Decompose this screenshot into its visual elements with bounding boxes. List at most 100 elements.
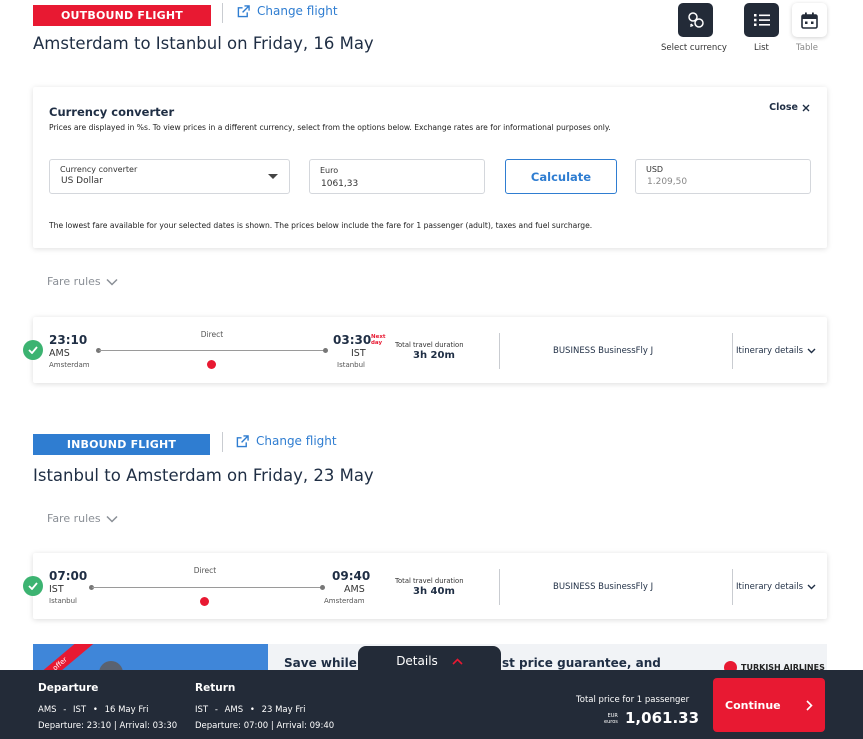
booking-summary-bar: Departure AMS - IST • 16 May Fri Departu… bbox=[0, 670, 863, 739]
converter-subtitle: Prices are displayed in %s. To view pric… bbox=[49, 123, 611, 132]
change-outbound-flight-link[interactable]: Change flight bbox=[237, 4, 338, 18]
arrival-time: 03:30 bbox=[333, 333, 372, 347]
duration-value: 3h 20m bbox=[413, 350, 455, 361]
divider bbox=[499, 333, 500, 369]
arrival-city: Amsterdam bbox=[324, 597, 365, 605]
bullet: • bbox=[92, 705, 98, 715]
euro-amount-input[interactable]: Euro 1061,33 bbox=[309, 159, 485, 194]
change-inbound-flight-link[interactable]: Change flight bbox=[236, 434, 337, 448]
departure-times: Departure: 23:10 | Arrival: 03:30 bbox=[38, 721, 178, 731]
arrival-airport-code: AMS bbox=[344, 584, 365, 595]
inbound-fare-rules-toggle[interactable]: Fare rules bbox=[47, 512, 118, 525]
usd-amount-label: USD bbox=[646, 165, 664, 174]
fare-note: The lowest fare available for your selec… bbox=[49, 221, 593, 230]
arrival-city: Istanbul bbox=[337, 361, 366, 369]
list-view-label: List bbox=[754, 43, 769, 53]
currency-exchange-icon bbox=[687, 12, 704, 28]
selected-check-icon bbox=[23, 576, 43, 596]
return-route: IST - AMS • 23 May Fri bbox=[195, 705, 305, 715]
inbound-route-title: Istanbul to Amsterdam on Friday, 23 May bbox=[33, 466, 374, 485]
route-dash: - bbox=[63, 705, 67, 715]
route-end-dot bbox=[323, 348, 328, 353]
divider bbox=[222, 432, 223, 452]
departure-route: AMS - IST • 16 May Fri bbox=[38, 705, 148, 715]
itinerary-details-label: Itinerary details bbox=[736, 346, 804, 356]
itinerary-details-label: Itinerary details bbox=[736, 582, 804, 592]
departure-from: AMS bbox=[38, 705, 57, 715]
next-day-indicator: Next day bbox=[371, 334, 386, 346]
stop-type: Direct bbox=[200, 330, 224, 339]
chevron-right-icon bbox=[806, 699, 813, 711]
outbound-flight-badge: OUTBOUND FLIGHT bbox=[33, 5, 211, 26]
divider bbox=[732, 569, 733, 605]
inbound-flight-row[interactable]: 07:00 IST Istanbul Direct 09:40 AMS Amst… bbox=[23, 553, 827, 619]
departure-time: 23:10 bbox=[49, 333, 88, 347]
departure-city: Istanbul bbox=[49, 597, 78, 605]
euro-amount-value: 1061,33 bbox=[321, 179, 359, 189]
currency-select[interactable]: Currency converter US Dollar bbox=[49, 159, 290, 194]
departure-airport-code: AMS bbox=[49, 348, 70, 359]
route-dash: - bbox=[214, 705, 218, 715]
select-currency-label: Select currency bbox=[661, 43, 727, 53]
duration-label: Total travel duration bbox=[395, 577, 464, 585]
bullet: • bbox=[249, 705, 255, 715]
chevron-down-icon bbox=[106, 278, 118, 286]
return-date: 23 May Fri bbox=[261, 705, 306, 715]
chevron-down-icon bbox=[807, 584, 816, 590]
route-line bbox=[92, 587, 322, 588]
change-flight-label: Change flight bbox=[257, 4, 338, 18]
duration-value: 3h 40m bbox=[413, 586, 455, 597]
usd-amount-field: USD 1.209,50 bbox=[635, 159, 811, 194]
stop-type: Direct bbox=[193, 566, 217, 575]
usd-amount-value: 1.209,50 bbox=[647, 177, 688, 187]
departure-date: 16 May Fri bbox=[104, 705, 149, 715]
converter-title: Currency converter bbox=[49, 105, 175, 119]
return-from: IST bbox=[195, 705, 209, 715]
return-times: Departure: 07:00 | Arrival: 09:40 bbox=[195, 721, 335, 731]
promo-text-right: st price guarantee, and bbox=[502, 656, 661, 670]
departure-to: IST bbox=[73, 705, 87, 715]
calculate-button[interactable]: Calculate bbox=[505, 159, 617, 194]
arrival-time: 09:40 bbox=[332, 569, 371, 583]
departure-time: 07:00 bbox=[49, 569, 88, 583]
duration-label: Total travel duration bbox=[395, 341, 464, 349]
details-toggle-tab[interactable]: Details bbox=[358, 646, 501, 676]
outbound-fare-rules-toggle[interactable]: Fare rules bbox=[47, 275, 118, 288]
chevron-down-icon bbox=[106, 515, 118, 523]
total-price-label: Total price for 1 passenger bbox=[576, 695, 690, 705]
fare-rules-label: Fare rules bbox=[47, 275, 101, 288]
selected-check-icon bbox=[23, 340, 43, 360]
currency-select-value: US Dollar bbox=[61, 176, 103, 186]
fare-rules-label: Fare rules bbox=[47, 512, 101, 525]
return-to: AMS bbox=[224, 705, 244, 715]
select-currency-button[interactable] bbox=[678, 3, 713, 37]
route-line bbox=[99, 350, 327, 351]
divider bbox=[222, 3, 223, 23]
divider bbox=[732, 333, 733, 369]
outbound-route-title: Amsterdam to Istanbul on Friday, 16 May bbox=[33, 34, 374, 53]
external-link-icon bbox=[237, 4, 250, 17]
close-icon bbox=[802, 104, 810, 111]
inbound-itinerary-details-toggle[interactable]: Itinerary details bbox=[736, 582, 816, 592]
continue-label: Continue bbox=[725, 698, 781, 712]
details-label: Details bbox=[396, 654, 438, 668]
arrival-airport-code: IST bbox=[351, 348, 366, 359]
close-label: Close bbox=[769, 102, 798, 113]
outbound-flight-row[interactable]: 23:10 AMS Amsterdam Direct 03:30 Next da… bbox=[23, 317, 827, 383]
outbound-itinerary-details-toggle[interactable]: Itinerary details bbox=[736, 346, 816, 356]
currency-word: euros bbox=[604, 719, 618, 725]
airline-logo-icon bbox=[200, 597, 209, 606]
euro-amount-label: Euro bbox=[320, 166, 339, 175]
close-converter-button[interactable]: Close bbox=[769, 102, 810, 113]
change-flight-label: Change flight bbox=[256, 434, 337, 448]
calendar-icon bbox=[801, 12, 818, 29]
cabin-class: BUSINESS BusinessFly J bbox=[553, 582, 654, 592]
list-icon bbox=[753, 14, 770, 26]
currency-select-label: Currency converter bbox=[60, 165, 138, 174]
cabin-class: BUSINESS BusinessFly J bbox=[553, 346, 654, 356]
table-view-label: Table bbox=[796, 43, 818, 53]
next-day-line2: day bbox=[371, 340, 383, 346]
continue-button[interactable]: Continue bbox=[713, 678, 825, 732]
table-view-button[interactable] bbox=[792, 3, 827, 37]
list-view-button[interactable] bbox=[744, 3, 779, 37]
